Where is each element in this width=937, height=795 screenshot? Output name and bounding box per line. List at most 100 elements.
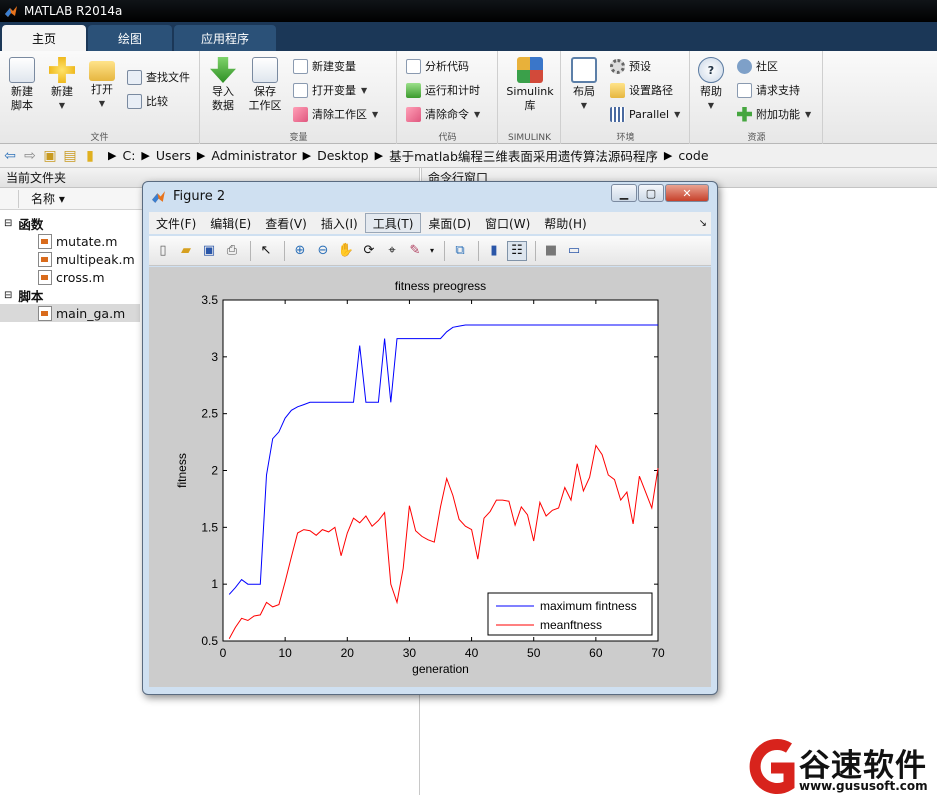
open-button[interactable]: 打开 ▼ xyxy=(82,57,122,111)
maximize-button[interactable]: ▢ xyxy=(638,184,664,202)
import-arrow-icon xyxy=(210,57,236,83)
link-plot-icon[interactable]: ⧉ xyxy=(450,241,470,261)
back-arrow-icon[interactable]: ⇦ xyxy=(0,146,20,166)
y-tick-label: 0.5 xyxy=(201,634,218,648)
import-data-button[interactable]: 导入 数据 xyxy=(203,57,243,113)
simulink-library-button[interactable]: Simulink 库 xyxy=(504,57,556,113)
menu-view[interactable]: 查看(V) xyxy=(258,213,314,233)
group-functions[interactable]: ⊟ 函数 xyxy=(4,214,43,232)
x-tick-label: 50 xyxy=(527,646,541,660)
close-button[interactable]: ✕ xyxy=(665,184,709,202)
current-folder-icon: ▮ xyxy=(86,147,94,164)
analyze-code-button[interactable]: 分析代码 xyxy=(406,57,469,75)
menu-tools[interactable]: 工具(T) xyxy=(364,213,422,233)
watermark: 谷速软件 www.gususoft.com xyxy=(741,738,937,795)
new-script-button[interactable]: 新建 脚本 xyxy=(2,57,42,113)
parallel-button[interactable]: Parallel ▼ xyxy=(610,105,680,123)
environment-group: 布局 ▼ 预设 设置路径 Parallel ▼ 环境 xyxy=(562,51,690,144)
tab-plots[interactable]: 绘图 xyxy=(88,25,172,51)
breadcrumb-seg-5[interactable]: code xyxy=(678,148,708,163)
breadcrumb-seg-1[interactable]: Users xyxy=(156,148,191,163)
compare-button[interactable]: 比较 xyxy=(127,92,168,110)
zoom-out-icon[interactable]: ⊖ xyxy=(313,241,333,261)
clear-workspace-button[interactable]: 清除工作区 ▼ xyxy=(293,105,378,123)
menu-window[interactable]: 窗口(W) xyxy=(478,213,537,233)
legend-label-1: meanftness xyxy=(540,618,602,632)
dock-arrow-icon[interactable]: ↘ xyxy=(699,218,707,229)
list-item[interactable]: mutate.m xyxy=(38,232,117,250)
insert-colorbar-icon[interactable]: ▮ xyxy=(484,241,504,261)
print-icon[interactable]: ⎙ xyxy=(222,241,242,261)
new-figure-icon[interactable]: ▯ xyxy=(153,241,173,261)
group-scripts[interactable]: ⊟ 脚本 xyxy=(4,286,43,304)
edit-plot-arrow-icon[interactable]: ↖ xyxy=(256,241,276,261)
tab-home[interactable]: 主页 xyxy=(2,25,86,51)
chart-legend[interactable]: maximum fintness meanftness xyxy=(487,592,653,636)
breadcrumb-seg-4[interactable]: 基于matlab编程三维表面采用遗传算法源码程序 xyxy=(389,146,658,165)
tab-apps[interactable]: 应用程序 xyxy=(174,25,276,51)
run-and-time-button[interactable]: 运行和计时 xyxy=(406,81,480,99)
maximize-icon: ▢ xyxy=(645,186,657,200)
brush-dropdown-icon[interactable]: ▾ xyxy=(428,241,436,261)
collapse-icon: ⊟ xyxy=(4,217,13,229)
save-icon[interactable]: ▣ xyxy=(199,241,219,261)
breadcrumb-seg-2[interactable]: Administrator xyxy=(211,148,296,163)
preferences-button[interactable]: 预设 xyxy=(610,57,651,75)
gear-icon xyxy=(610,58,625,74)
data-cursor-icon[interactable]: ⌖ xyxy=(382,241,402,261)
menu-help[interactable]: 帮助(H) xyxy=(537,213,593,233)
set-path-button[interactable]: 设置路径 xyxy=(610,81,673,99)
open-file-icon[interactable]: ▰ xyxy=(176,241,196,261)
breadcrumb-seg-3[interactable]: Desktop xyxy=(317,148,369,163)
fitness-chart[interactable]: fitness preogress 0 10 20 30 40 50 60 70 0.5 1 1.5… xyxy=(149,267,711,687)
clear-commands-icon xyxy=(406,106,421,122)
open-variable-icon xyxy=(293,82,308,98)
show-plot-tools-icon[interactable]: ▭ xyxy=(564,241,584,261)
breadcrumb-seg-0[interactable]: C: xyxy=(122,148,135,163)
brush-icon[interactable]: ✎ xyxy=(405,241,425,261)
new-button[interactable]: 新建 ▼ xyxy=(42,57,82,113)
insert-legend-icon[interactable]: ☷ xyxy=(507,240,527,261)
m-file-icon xyxy=(38,233,52,249)
file-group: 新建 脚本 新建 ▼ 打开 ▼ 查找文件 比较 文件 xyxy=(0,51,200,144)
m-file-icon xyxy=(38,269,52,285)
new-variable-button[interactable]: 新建变量 xyxy=(293,57,356,75)
watermark-url: www.gususoft.com xyxy=(799,779,928,793)
clear-commands-button[interactable]: 清除命令 ▼ xyxy=(406,105,480,123)
open-variable-button[interactable]: 打开变量 ▼ xyxy=(293,81,367,99)
layout-button[interactable]: 布局 ▼ xyxy=(564,57,604,113)
rotate-3d-icon[interactable]: ⟳ xyxy=(359,241,379,261)
help-button[interactable]: ? 帮助 ▼ xyxy=(691,57,731,113)
community-button[interactable]: 社区 xyxy=(737,57,778,75)
up-folder-icon[interactable]: ▣ xyxy=(40,146,60,166)
browse-folder-icon[interactable]: ▤ xyxy=(60,146,80,166)
list-item-selected[interactable]: main_ga.m xyxy=(0,304,140,322)
list-item[interactable]: multipeak.m xyxy=(38,250,135,268)
forward-arrow-icon[interactable]: ⇨ xyxy=(20,146,40,166)
zoom-in-icon[interactable]: ⊕ xyxy=(290,241,310,261)
y-tick-label: 2 xyxy=(211,464,218,478)
parallel-icon xyxy=(610,106,625,122)
run-and-time-icon xyxy=(406,82,421,98)
menu-file[interactable]: 文件(F) xyxy=(149,213,203,233)
open-folder-icon xyxy=(89,61,115,81)
menu-edit[interactable]: 编辑(E) xyxy=(203,213,258,233)
request-support-button[interactable]: 请求支持 xyxy=(737,81,800,99)
resources-group: ? 帮助 ▼ 社区 请求支持 附加功能 ▼ 资源 xyxy=(691,51,823,144)
add-ons-button[interactable]: 附加功能 ▼ xyxy=(737,105,811,123)
set-path-folder-icon xyxy=(610,82,625,98)
save-workspace-button[interactable]: 保存 工作区 xyxy=(245,57,285,113)
menu-insert[interactable]: 插入(I) xyxy=(314,213,365,233)
find-files-button[interactable]: 查找文件 xyxy=(127,68,190,86)
collapse-icon: ⊟ xyxy=(4,289,13,301)
x-tick-label: 30 xyxy=(403,646,417,660)
pan-hand-icon[interactable]: ✋ xyxy=(336,241,356,261)
compare-icon xyxy=(127,93,142,109)
menu-desktop[interactable]: 桌面(D) xyxy=(421,213,478,233)
x-tick-label: 60 xyxy=(589,646,603,660)
x-tick-label: 70 xyxy=(651,646,665,660)
minimize-button[interactable]: ▁ xyxy=(611,184,637,202)
list-item[interactable]: cross.m xyxy=(38,268,105,286)
open-dropdown-icon: ▼ xyxy=(98,99,106,108)
hide-plot-tools-icon[interactable]: ■ xyxy=(541,241,561,261)
